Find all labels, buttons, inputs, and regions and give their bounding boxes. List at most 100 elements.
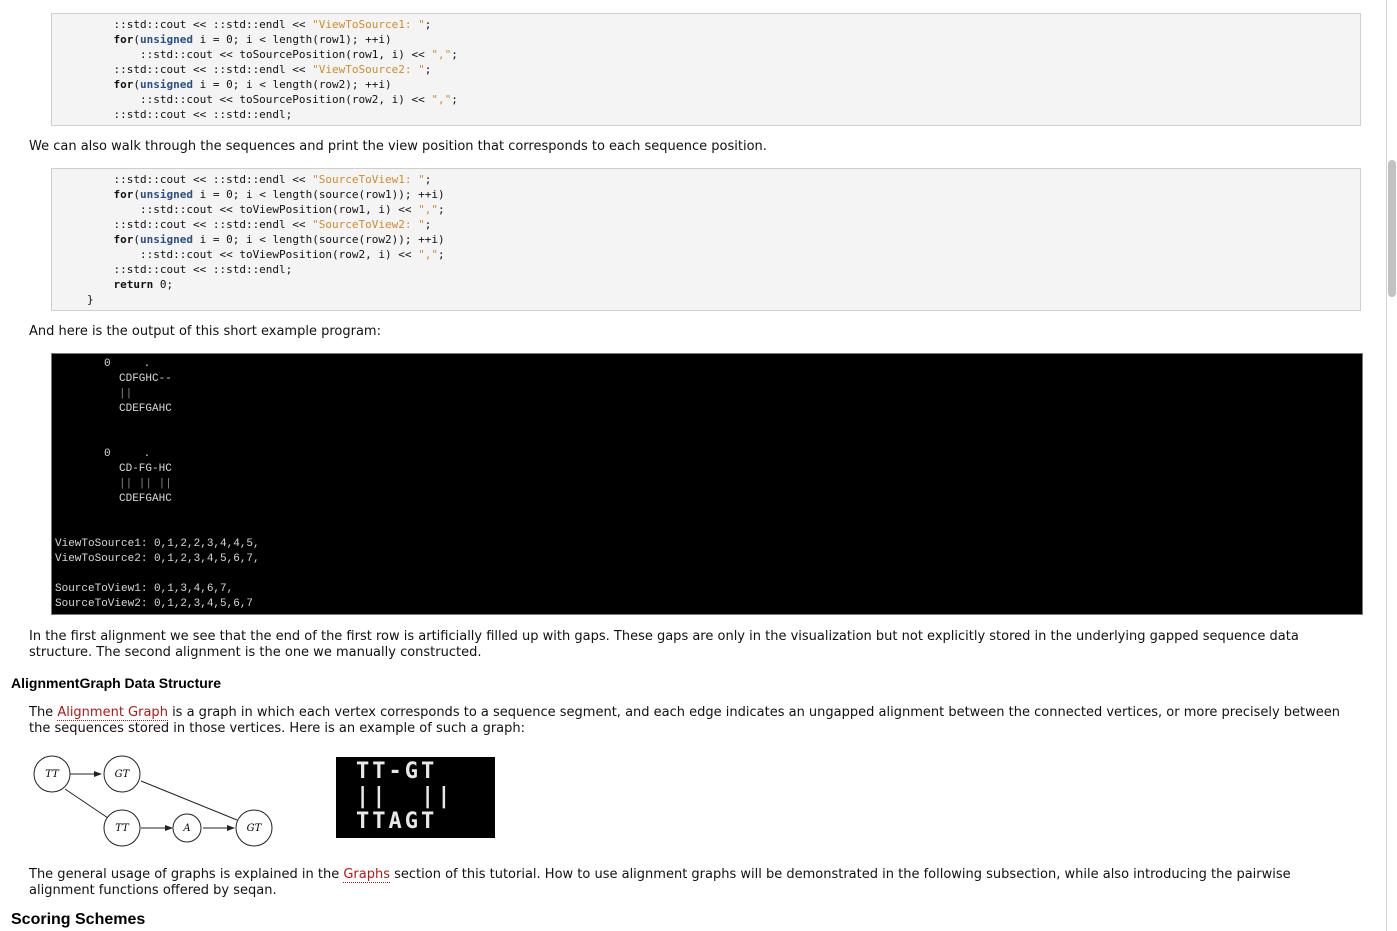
code-line: ::std::cout << ::std::endl << "ViewToSou… <box>87 17 1360 32</box>
console-line: SourceToView2: 0,1,2,3,4,5,6,7 <box>55 598 254 610</box>
graph-node-label: TT <box>115 823 130 834</box>
alignment-graph-link[interactable]: Alignment Graph <box>57 705 168 721</box>
graph-node-label: GT <box>247 823 263 834</box>
code-token: "," <box>431 93 452 106</box>
code-token: ::std::cout << toSourcePosition(row2, i)… <box>87 93 432 106</box>
console-line: || || || <box>119 478 172 490</box>
code-line: ::std::cout << ::std::endl; <box>87 107 1360 122</box>
code-token: ; <box>438 248 445 261</box>
code-token: "," <box>431 48 452 61</box>
code-line: for(unsigned i = 0; i < length(source(ro… <box>87 187 1360 202</box>
code-token: ( <box>133 188 140 201</box>
graph-node: TT <box>103 809 141 847</box>
code-line: ::std::cout << ::std::endl << "ViewToSou… <box>87 62 1360 77</box>
graph-node: A <box>172 813 202 843</box>
code-token: ; <box>424 218 432 231</box>
code-token: "," <box>418 203 439 216</box>
code-token: ::std::cout << ::std::endl; <box>87 263 293 276</box>
heading-scoring-schemes: Scoring Schemes <box>11 911 146 928</box>
code-token: ::std::cout << ::std::endl << <box>87 173 313 186</box>
code-token: ( <box>133 233 140 246</box>
console-line: ViewToSource1: 0,1,2,2,3,4,4,5, <box>55 538 260 550</box>
code-line: for(unsigned i = 0; i < length(row1); ++… <box>87 32 1360 47</box>
code-token: i = 0; i < length(row2); ++i) <box>192 78 392 91</box>
alignment-image-row: || || <box>356 784 454 809</box>
code-token: "," <box>418 248 439 261</box>
code-token: unsigned <box>140 233 193 246</box>
code-token: ::std::cout << ::std::endl; <box>87 108 293 121</box>
graph-node: TT <box>33 755 71 793</box>
code-token: for <box>113 233 134 246</box>
code-line: ::std::cout << ::std::endl; <box>87 262 1360 277</box>
code-token: i = 0; i < length(source(row1)); ++i) <box>192 188 445 201</box>
graph-node-label: A <box>182 823 190 834</box>
code-token: "ViewToSource1: " <box>312 18 425 31</box>
graph-node-label: TT <box>45 769 60 780</box>
console-line: ViewToSource2: 0,1,2,3,4,5,6,7, <box>55 553 260 565</box>
code-token: ; <box>424 173 432 186</box>
alignment-image-row: TT-GT <box>356 759 438 784</box>
paragraph-output-intro: And here is the output of this short exa… <box>29 324 381 339</box>
alignment-graph-diagram: TT GT TT A GT <box>33 755 273 847</box>
code-token: unsigned <box>140 78 193 91</box>
code-token: ; <box>438 203 445 216</box>
code-token: "ViewToSource2: " <box>312 63 425 76</box>
code-line: } <box>87 292 1360 307</box>
console-line: CDFGHC-- <box>119 373 172 385</box>
code-token: i = 0; i < length(source(row2)); ++i) <box>192 233 445 246</box>
console-line: CD-FG-HC <box>119 463 172 475</box>
paragraph-alignment-graph: The Alignment Graph is a graph in which … <box>29 705 1359 737</box>
code-token: "SourceToView2: " <box>312 218 425 231</box>
code-token: return <box>113 278 154 291</box>
console-output: 0 . CDFGHC-- || CDEFGAHC 0 . CD-FG-HC ||… <box>51 353 1363 615</box>
code-token: ; <box>451 48 458 61</box>
heading-alignment-graph: AlignmentGraph Data Structure <box>11 675 222 691</box>
graph-edge <box>64 788 109 819</box>
code-line: ::std::cout << toViewPosition(row1, i) <… <box>87 202 1360 217</box>
code-token: 0; <box>153 278 174 291</box>
alignment-image-row: TTAGT <box>356 809 438 834</box>
code-token: ; <box>424 18 432 31</box>
code-line: ::std::cout << toSourcePosition(row2, i)… <box>87 92 1360 107</box>
code-line: ::std::cout << ::std::endl << "SourceToV… <box>87 172 1360 187</box>
graph-node: GT <box>103 755 141 793</box>
paragraph-text: The <box>29 705 58 720</box>
code-token: ::std::cout << toSourcePosition(row1, i)… <box>87 48 432 61</box>
document-page: ::std::cout << ::std::endl << "ViewToSou… <box>0 0 1387 931</box>
code-token: ::std::cout << ::std::endl << <box>87 63 313 76</box>
paragraph-graph-usage: The general usage of graphs is explained… <box>29 867 1359 899</box>
graph-node: GT <box>235 809 273 847</box>
code-token: unsigned <box>140 33 193 46</box>
code-line: ::std::cout << ::std::endl << "SourceToV… <box>87 217 1360 232</box>
code-token: ::std::cout << toViewPosition(row2, i) <… <box>87 248 419 261</box>
graphs-link[interactable]: Graphs <box>343 867 390 883</box>
paragraph-first-alignment: In the first alignment we see that the e… <box>29 629 1299 660</box>
code-token: ::std::cout << toViewPosition(row1, i) <… <box>87 203 419 216</box>
code-token: ::std::cout << ::std::endl << <box>87 218 313 231</box>
code-token: ::std::cout << ::std::endl << <box>87 18 313 31</box>
code-token: ( <box>133 78 140 91</box>
code-line: for(unsigned i = 0; i < length(source(ro… <box>87 232 1360 247</box>
vertical-scrollbar[interactable] <box>1388 160 1396 297</box>
code-line: return 0; <box>87 277 1360 292</box>
console-line: 0 . <box>104 448 151 460</box>
code-token: ; <box>424 63 432 76</box>
console-line: 0 . <box>104 358 151 370</box>
paragraph-text: is a graph in which each vertex correspo… <box>29 705 1341 736</box>
code-token: for <box>113 78 134 91</box>
code-token: ; <box>451 93 458 106</box>
code-token: for <box>113 188 134 201</box>
console-line: CDEFGAHC <box>119 493 172 505</box>
code-line: ::std::cout << toSourcePosition(row1, i)… <box>87 47 1360 62</box>
console-line: || <box>119 388 133 400</box>
code-line: for(unsigned i = 0; i < length(row2); ++… <box>87 77 1360 92</box>
paragraph-text: The general usage of graphs is explained… <box>29 867 344 882</box>
code-token: unsigned <box>140 188 193 201</box>
code-token: "SourceToView1: " <box>312 173 425 186</box>
code-line: ::std::cout << toViewPosition(row2, i) <… <box>87 247 1360 262</box>
